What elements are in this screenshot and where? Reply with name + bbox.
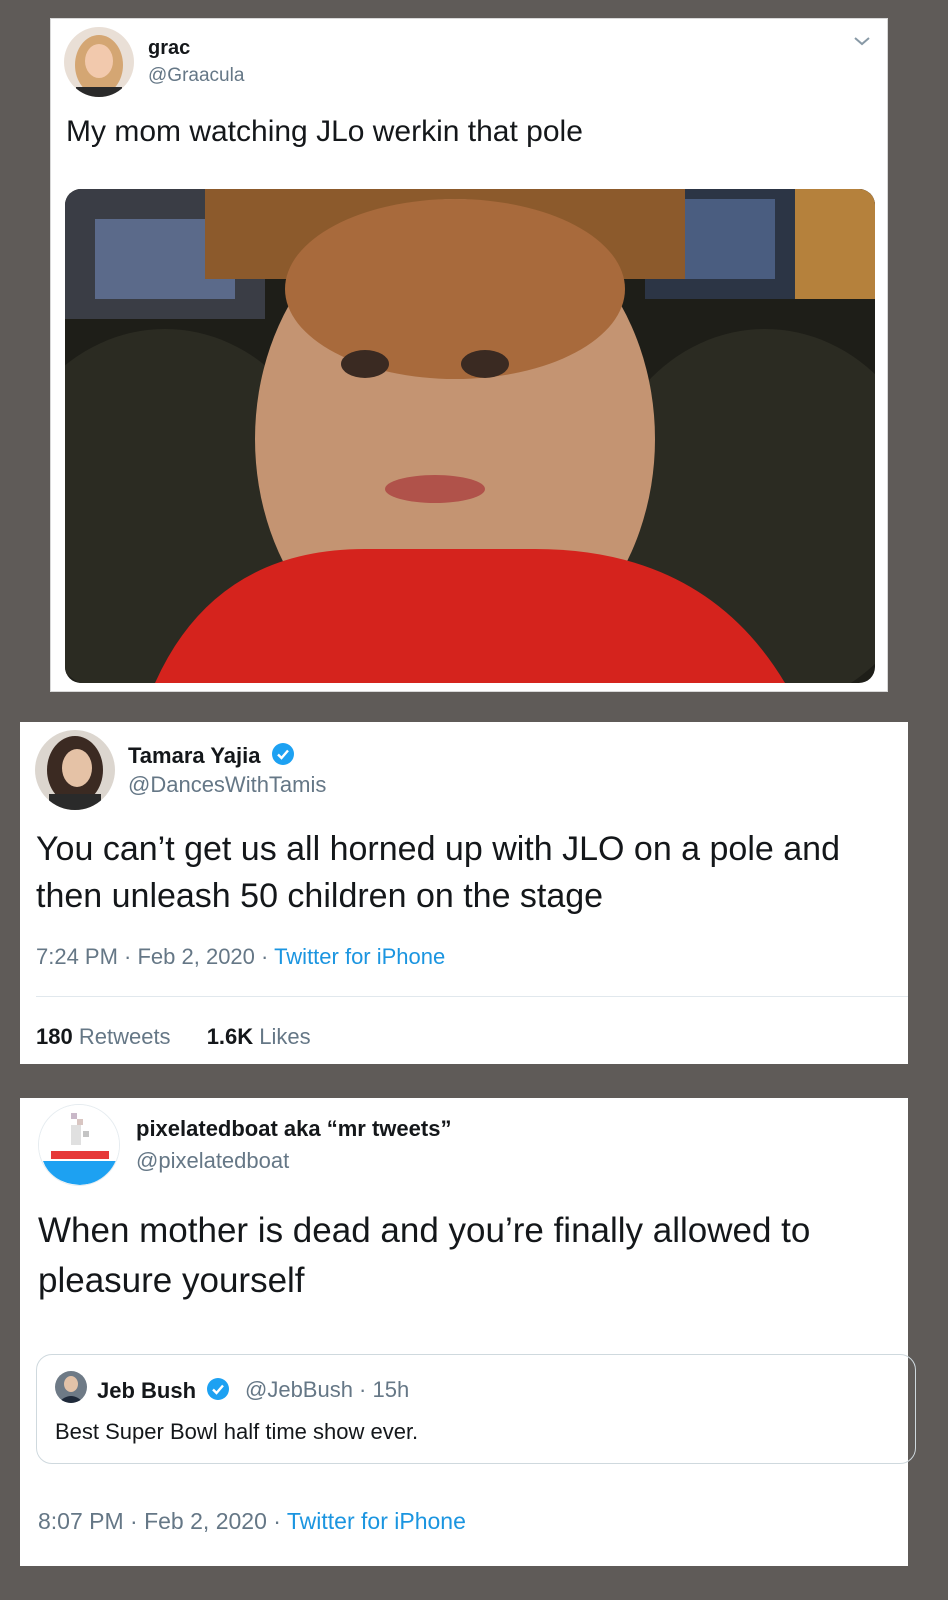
tweet-text: My mom watching JLo werkin that pole <box>66 115 583 148</box>
avatar[interactable] <box>38 1104 120 1186</box>
tweet-card-tamara[interactable]: Tamara Yajia @DancesWithTamis You can’t … <box>20 722 908 1064</box>
quoted-avatar[interactable] <box>55 1371 87 1403</box>
source-link[interactable]: Twitter for iPhone <box>274 944 445 969</box>
timestamp-text[interactable]: 8:07 PM · Feb 2, 2020 · <box>38 1508 287 1534</box>
author-name-label[interactable]: Tamara Yajia <box>128 743 261 768</box>
quoted-tweet-text: Best Super Bowl half time show ever. <box>55 1419 419 1444</box>
author-name[interactable]: grac <box>148 37 190 60</box>
tweet-text: When mother is dead and you’re finally a… <box>38 1211 811 1300</box>
tweet-card-pixelatedboat[interactable]: pixelatedboat aka “mr tweets” @pixelated… <box>20 1098 916 1566</box>
quoted-tweet[interactable]: Jeb Bush @JebBush · 15h Best Super Bowl … <box>36 1354 916 1464</box>
tweet-timestamp: 7:24 PM · Feb 2, 2020 · Twitter for iPho… <box>36 944 445 970</box>
author-handle[interactable]: @DancesWithTamis <box>128 772 326 798</box>
likes-label[interactable]: Likes <box>259 1024 310 1049</box>
tweet-card-grac[interactable]: grac @Graacula My mom watching JLo werki… <box>50 18 888 692</box>
timestamp-text[interactable]: 7:24 PM · Feb 2, 2020 · <box>36 944 274 969</box>
avatar[interactable] <box>64 27 134 97</box>
quoted-author-handle[interactable]: @JebBush · 15h <box>245 1377 409 1403</box>
verified-badge-icon <box>206 1377 230 1407</box>
engagement-stats: 180 Retweets 1.6K Likes <box>36 1024 341 1050</box>
tweet-photo[interactable] <box>65 189 875 683</box>
author-name[interactable]: pixelatedboat aka “mr tweets” <box>136 1116 451 1142</box>
verified-badge-icon <box>271 742 295 772</box>
retweets-count[interactable]: 180 <box>36 1024 73 1049</box>
source-link[interactable]: Twitter for iPhone <box>287 1508 466 1534</box>
quoted-author-name-label[interactable]: Jeb Bush <box>97 1378 196 1403</box>
author-name[interactable]: Tamara Yajia <box>128 742 295 772</box>
quoted-author-name[interactable]: Jeb Bush <box>97 1377 230 1407</box>
retweets-label[interactable]: Retweets <box>79 1024 171 1049</box>
avatar[interactable] <box>35 730 115 810</box>
author-handle[interactable]: @pixelatedboat <box>136 1148 289 1174</box>
chevron-down-icon[interactable] <box>851 33 873 49</box>
meme-collage: grac @Graacula My mom watching JLo werki… <box>0 0 948 1600</box>
tweet-timestamp: 8:07 PM · Feb 2, 2020 · Twitter for iPho… <box>38 1508 466 1535</box>
author-handle[interactable]: @Graacula <box>148 65 244 87</box>
divider <box>36 996 908 997</box>
tweet-text: You can’t get us all horned up with JLO … <box>36 830 840 915</box>
likes-count[interactable]: 1.6K <box>207 1024 253 1049</box>
